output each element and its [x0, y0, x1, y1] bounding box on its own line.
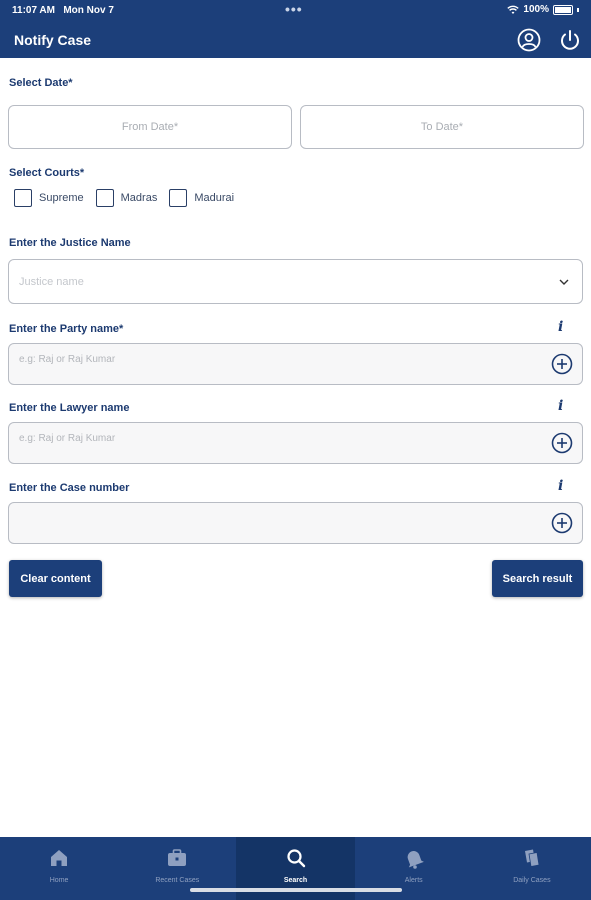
status-right: 100% — [507, 4, 579, 15]
clear-content-button[interactable]: Clear content — [9, 560, 102, 597]
battery-cap — [577, 7, 579, 12]
select-date-label: Select Date* — [9, 77, 73, 89]
tab-home-label: Home — [49, 877, 69, 884]
court-label-supreme: Supreme — [39, 192, 84, 204]
court-option-madras[interactable]: Madras — [95, 189, 158, 207]
profile-icon[interactable] — [517, 28, 541, 52]
lawyer-info-icon[interactable]: i — [558, 398, 563, 414]
to-date-placeholder: To Date* — [420, 121, 464, 133]
battery-icon — [553, 4, 573, 15]
search-result-button[interactable]: Search result — [492, 560, 583, 597]
briefcase-icon — [168, 849, 187, 866]
add-case-number-icon[interactable] — [551, 512, 573, 534]
justice-name-label: Enter the Justice Name — [9, 237, 131, 249]
documents-icon — [524, 849, 540, 867]
lawyer-name-label: Enter the Lawyer name — [9, 402, 130, 414]
tab-recent-cases-label: Recent Cases — [155, 877, 200, 884]
party-name-field[interactable]: e.g: Raj or Raj Kumar — [8, 343, 583, 385]
party-info-icon[interactable]: i — [558, 319, 563, 335]
status-time: 11:07 AM Mon Nov 7 — [12, 5, 114, 16]
chevron-down-icon — [559, 279, 569, 285]
search-icon — [286, 849, 305, 868]
from-date-placeholder: From Date* — [121, 121, 179, 133]
bell-icon — [407, 851, 424, 869]
lawyer-name-field[interactable]: e.g: Raj or Raj Kumar — [8, 422, 583, 464]
tab-alerts-label: Alerts — [404, 877, 423, 884]
justice-name-placeholder: Justice name — [19, 276, 84, 288]
from-date-field[interactable]: From Date* — [8, 105, 292, 149]
power-icon[interactable] — [558, 28, 582, 52]
home-indicator — [190, 888, 402, 892]
battery-percent: 100% — [523, 4, 549, 15]
add-lawyer-icon[interactable] — [551, 432, 573, 454]
checkbox-supreme[interactable] — [14, 189, 32, 207]
checkbox-madras[interactable] — [95, 189, 114, 207]
case-number-field[interactable] — [8, 502, 583, 544]
status-bar: 11:07 AM Mon Nov 7 ••• 100% — [0, 0, 591, 20]
checkbox-madurai[interactable] — [169, 189, 188, 207]
court-option-madurai[interactable]: Madurai — [169, 189, 234, 207]
case-number-label: Enter the Case number — [9, 482, 130, 494]
justice-name-dropdown[interactable]: Justice name — [8, 259, 583, 304]
tab-home[interactable]: Home — [0, 837, 118, 900]
home-icon — [51, 850, 68, 866]
courts-checkbox-group: Supreme Madras Madurai — [14, 189, 246, 207]
tab-daily-cases[interactable]: Daily Cases — [473, 837, 591, 900]
party-name-placeholder: e.g: Raj or Raj Kumar — [19, 354, 116, 365]
party-name-label: Enter the Party name* — [9, 323, 124, 335]
court-option-supreme[interactable]: Supreme — [14, 189, 84, 207]
multitask-dots[interactable]: ••• — [285, 1, 303, 17]
tab-search-label: Search — [283, 877, 308, 884]
lawyer-name-placeholder: e.g: Raj or Raj Kumar — [19, 433, 116, 444]
select-courts-label: Select Courts* — [9, 167, 85, 179]
to-date-field[interactable]: To Date* — [300, 105, 584, 149]
status-date: Mon Nov 7 — [63, 5, 114, 16]
page-title: Notify Case — [14, 32, 92, 48]
court-label-madurai: Madurai — [194, 192, 235, 204]
wifi-icon — [507, 5, 520, 14]
case-number-info-icon[interactable]: i — [558, 478, 563, 494]
add-party-icon[interactable] — [551, 353, 573, 375]
tab-daily-cases-label: Daily Cases — [513, 877, 551, 884]
top-bar: 11:07 AM Mon Nov 7 ••• 100% Notify Case — [0, 0, 591, 58]
court-label-madras: Madras — [120, 192, 158, 204]
